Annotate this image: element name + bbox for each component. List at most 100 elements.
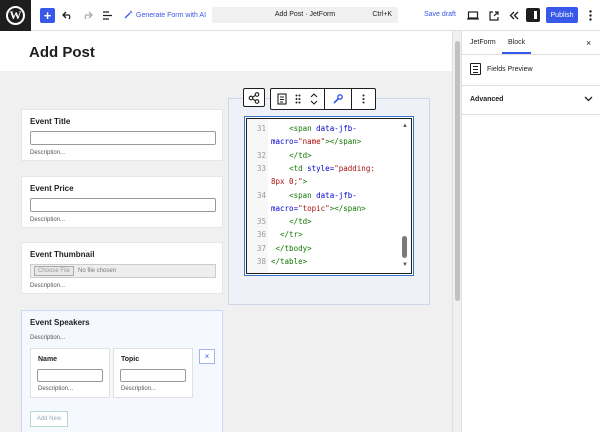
code-editor[interactable]: 31 <span data-jfb-macro="name"></span> 32… (244, 116, 414, 276)
code-token: </td> (289, 217, 312, 227)
line-content: <td style="padding: (271, 162, 375, 175)
line-content: </td> (271, 215, 312, 228)
event-price-input[interactable] (30, 198, 216, 212)
code-token: "topic" (298, 203, 330, 213)
publish-button[interactable]: Publish (546, 7, 578, 23)
advanced-panel-toggle[interactable]: Advanced (462, 85, 600, 115)
generate-form-ai-button[interactable]: Generate Form with AI (124, 10, 206, 21)
name-input[interactable] (37, 369, 103, 382)
more-options-icon[interactable] (583, 8, 598, 23)
document-overview-icon[interactable] (100, 8, 115, 23)
code-token: data-jfb- (316, 124, 357, 133)
close-icon[interactable]: × (586, 38, 591, 48)
code-line[interactable]: 34 <span data-jfb- (247, 189, 407, 202)
scroll-up-icon[interactable]: ▲ (402, 123, 408, 129)
field-label: Event Price (30, 184, 74, 193)
sub-field-label: Name (38, 356, 58, 363)
code-token: style= (307, 163, 335, 173)
canvas-scroll-thumb[interactable] (455, 41, 460, 301)
title-area: Add Post (0, 31, 452, 71)
document-title: Add Post · JetForm (274, 11, 336, 18)
preview-icon[interactable] (465, 8, 480, 23)
code-line[interactable]: 31 <span data-jfb- (247, 122, 407, 135)
code-line[interactable]: macro="name"></span> (247, 135, 407, 148)
settings-panel-toggle-icon[interactable] (526, 8, 540, 22)
wrench-settings-icon[interactable] (325, 89, 351, 109)
view-post-icon[interactable] (486, 8, 501, 23)
command-palette-bar[interactable]: Add Post · JetForm Ctrl+K (212, 7, 398, 23)
page-title[interactable]: Add Post (29, 44, 95, 61)
choose-file-button[interactable]: Choose File (34, 266, 75, 276)
code-line[interactable]: 35 </td> (247, 215, 407, 228)
tab-jetform[interactable]: JetForm (470, 39, 496, 46)
event-speakers-repeater[interactable]: Event Speakers Description... Name Descr… (21, 310, 223, 432)
sub-field-description: Description... (38, 386, 74, 392)
line-content: </td> (271, 149, 312, 162)
line-number: 38 (256, 257, 266, 266)
block-parent-selector-icon[interactable] (243, 88, 265, 107)
code-token: macro= (271, 203, 299, 213)
code-line[interactable]: 8px 0;"> (247, 175, 407, 188)
settings-sidebar: JetForm Block × Fields Preview Advanced (461, 31, 600, 432)
code-token: </tr> (280, 230, 303, 240)
code-scrollbar[interactable]: ▲ ▼ (402, 123, 408, 271)
code-line[interactable]: 38 </table> (247, 255, 407, 268)
code-token: data-jfb- (316, 190, 357, 200)
code-line[interactable]: macro="topic"></span> (247, 202, 407, 215)
collapse-chevrons-icon[interactable] (506, 8, 521, 23)
code-line[interactable]: 32 </td> (247, 149, 407, 162)
event-title-field[interactable]: Event Title Description... (21, 109, 223, 161)
code-token: <td (289, 163, 308, 173)
code-token: </td> (289, 150, 312, 160)
tab-block[interactable]: Block (501, 39, 532, 54)
wordpress-logo-icon[interactable]: W (0, 0, 31, 31)
undo-icon[interactable] (60, 8, 75, 23)
line-number: 37 (256, 243, 266, 253)
event-thumbnail-field[interactable]: Event Thumbnail Choose File No file chos… (21, 242, 223, 294)
field-label: Event Title (30, 117, 71, 126)
event-title-input[interactable] (30, 131, 216, 145)
code-token: > (302, 177, 308, 187)
topic-input[interactable] (120, 369, 186, 382)
sub-field-label: Topic (121, 356, 140, 363)
code-token: "name" (298, 137, 326, 147)
code-token: </tbody> (275, 243, 312, 253)
line-content: </tr> (271, 228, 303, 241)
magic-wand-icon (124, 10, 133, 21)
code-scroll-thumb[interactable] (402, 236, 407, 258)
generate-form-label: Generate Form with AI (136, 12, 207, 19)
topic-sub-field[interactable]: Topic Description... (113, 348, 193, 398)
move-up-down-icon[interactable] (307, 89, 321, 109)
code-editor-inner[interactable]: 31 <span data-jfb-macro="name"></span> 32… (246, 118, 412, 274)
code-line[interactable]: 37 </tbody> (247, 242, 407, 255)
name-sub-field[interactable]: Name Description... (30, 348, 110, 398)
save-draft-button[interactable]: Save draft (424, 11, 456, 18)
sub-field-description: Description... (121, 386, 157, 392)
add-block-button[interactable]: + (40, 8, 55, 23)
line-content: <span data-jfb- (271, 122, 357, 135)
sidebar-tabs: JetForm Block × (462, 31, 600, 55)
add-new-button[interactable]: Add New (30, 411, 68, 427)
scroll-down-icon[interactable]: ▼ (402, 262, 408, 268)
line-number: 34 (256, 190, 266, 200)
event-thumbnail-file-input[interactable]: Choose File No file chosen (30, 264, 216, 278)
drag-handle-icon[interactable] (291, 89, 305, 109)
code-token: ></span> (329, 203, 366, 213)
field-description: Description... (30, 150, 66, 156)
line-content: 8px 0;"> (271, 175, 307, 188)
line-number: 36 (256, 230, 266, 240)
canvas-scrollbar[interactable] (452, 31, 461, 432)
code-line[interactable]: 33 <td style="padding: (247, 162, 407, 175)
redo-icon[interactable] (80, 8, 95, 23)
line-number: 35 (256, 217, 266, 227)
block-type-icon[interactable] (273, 89, 291, 109)
event-price-field[interactable]: Event Price Description... (21, 176, 223, 228)
block-options-icon[interactable] (352, 89, 375, 109)
fields-preview-icon (470, 63, 481, 75)
code-line[interactable]: 36 </tr> (247, 228, 407, 241)
remove-row-button[interactable]: × (199, 349, 215, 364)
code-token: 8px 0;" (271, 177, 303, 187)
